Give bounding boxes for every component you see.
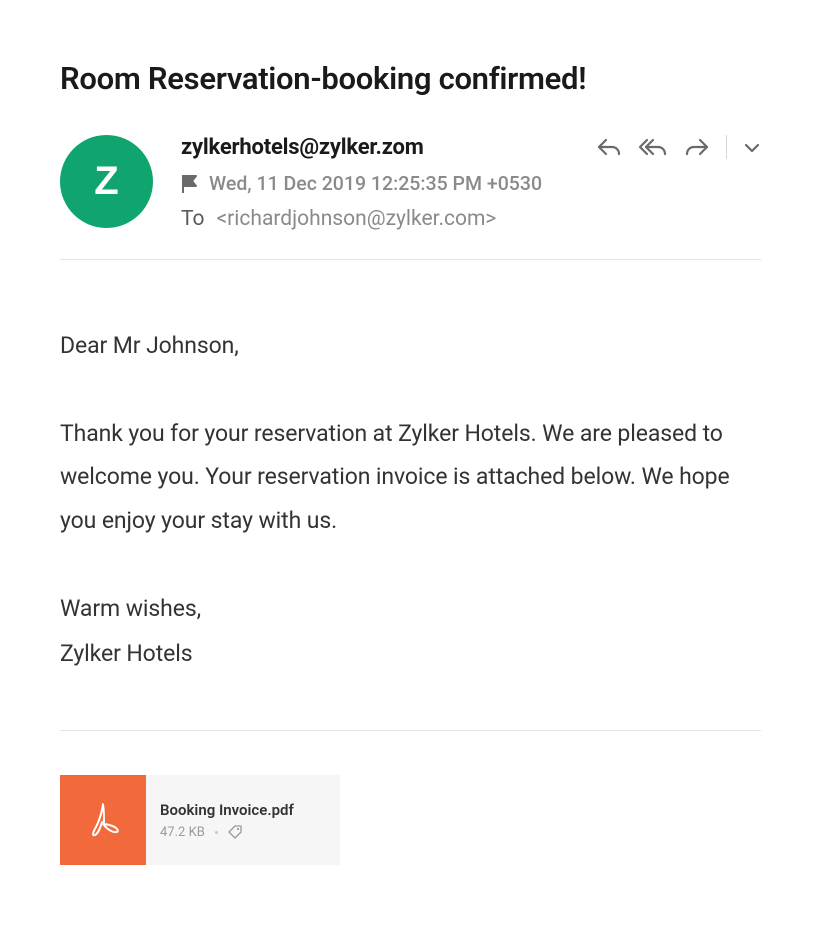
divider-bottom xyxy=(60,730,761,731)
reply-all-icon[interactable] xyxy=(638,136,668,158)
email-date: Wed, 11 Dec 2019 12:25:35 PM +0530 xyxy=(209,172,542,195)
reply-icon[interactable] xyxy=(596,136,622,158)
email-subject: Room Reservation-booking confirmed! xyxy=(60,60,761,97)
pdf-icon xyxy=(60,775,146,865)
tag-icon[interactable] xyxy=(228,825,243,840)
body-signoff: Warm wishes, Zylker Hotels xyxy=(60,587,761,677)
to-label: To xyxy=(181,207,205,231)
attachment-sub: 47.2 KB xyxy=(160,825,340,840)
sender-avatar: Z xyxy=(60,135,153,228)
more-actions-icon[interactable] xyxy=(743,141,761,153)
email-header: Z zylkerhotels@zylker.zom Wed, 11 Dec 20… xyxy=(60,135,761,231)
date-row: Wed, 11 Dec 2019 12:25:35 PM +0530 xyxy=(181,172,761,195)
attachment-filename: Booking Invoice.pdf xyxy=(160,801,340,819)
dot-separator xyxy=(215,831,218,834)
email-actions xyxy=(596,135,761,159)
email-body: Dear Mr Johnson, Thank you for your rese… xyxy=(60,324,761,676)
forward-icon[interactable] xyxy=(684,136,710,158)
to-row: To <richardjohnson@zylker.com> xyxy=(181,207,761,231)
flag-icon[interactable] xyxy=(181,174,199,194)
signoff-line1: Warm wishes, xyxy=(60,595,201,622)
body-paragraph: Thank you for your reservation at Zylker… xyxy=(60,412,761,543)
attachment[interactable]: Booking Invoice.pdf 47.2 KB xyxy=(60,775,340,865)
to-recipient: <richardjohnson@zylker.com> xyxy=(217,207,497,231)
attachment-size: 47.2 KB xyxy=(160,825,205,840)
divider xyxy=(60,259,761,260)
action-divider xyxy=(726,135,727,159)
body-greeting: Dear Mr Johnson, xyxy=(60,324,761,368)
attachment-meta: Booking Invoice.pdf 47.2 KB xyxy=(146,775,340,865)
avatar-letter: Z xyxy=(94,159,118,204)
signoff-line2: Zylker Hotels xyxy=(60,640,193,667)
